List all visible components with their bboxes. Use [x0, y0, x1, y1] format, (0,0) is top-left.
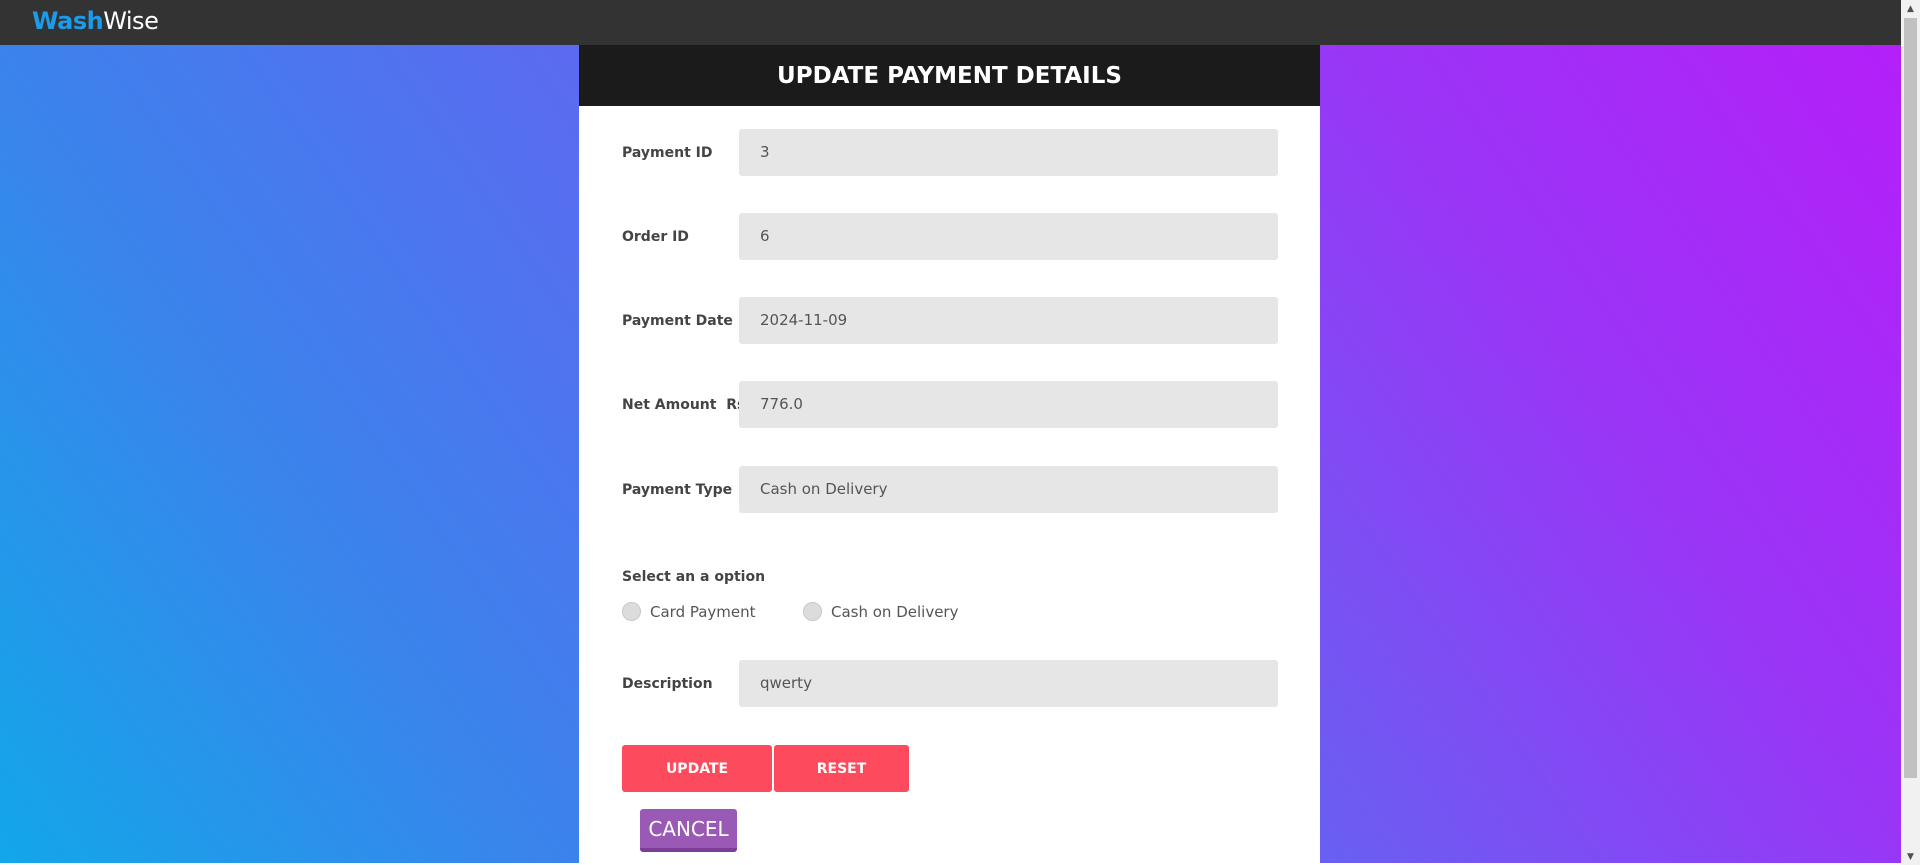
payment-type-label: Payment Type	[622, 482, 733, 498]
net-amount-label: Net Amount Rs.	[622, 397, 751, 413]
order-id-label: Order ID	[622, 229, 689, 245]
payment-date-label: Payment Date	[622, 313, 733, 329]
payment-id-label: Payment ID	[622, 145, 713, 161]
payment-type-input[interactable]: Cash on Delivery	[739, 466, 1278, 513]
payment-id-input[interactable]: 3	[739, 129, 1278, 176]
payment-option-title: Select an a option	[622, 569, 766, 585]
description-row: Description qwerty	[622, 660, 1278, 708]
radio-cash-on-delivery-label[interactable]: Cash on Delivery	[831, 603, 958, 621]
description-label: Description	[622, 676, 713, 692]
update-button[interactable]: UPDATE	[622, 745, 772, 792]
payment-date-row: Payment Date 2024-11-09	[622, 297, 1278, 345]
brand-part-wash: Wash	[32, 7, 104, 35]
payment-type-row: Payment Type Cash on Delivery	[622, 466, 1278, 514]
payment-id-row: Payment ID 3	[622, 129, 1278, 177]
radio-card-payment-label[interactable]: Card Payment	[650, 603, 756, 621]
order-id-input[interactable]: 6	[739, 213, 1278, 260]
form-header: UPDATE PAYMENT DETAILS	[579, 45, 1320, 106]
radio-button-circle[interactable]	[803, 602, 822, 621]
form-title: UPDATE PAYMENT DETAILS	[777, 62, 1122, 89]
brand-part-wise: Wise	[103, 7, 159, 35]
scroll-down-arrow-icon[interactable]: ▼	[1901, 848, 1920, 865]
brand-logo[interactable]: WashWise	[32, 7, 159, 35]
radio-cash-on-delivery[interactable]: Cash on Delivery	[803, 602, 958, 621]
navbar: WashWise	[0, 0, 1920, 45]
description-input[interactable]: qwerty	[739, 660, 1278, 707]
payment-form-card: UPDATE PAYMENT DETAILS Payment ID 3 Orde…	[579, 45, 1320, 865]
scrollbar-thumb[interactable]	[1904, 18, 1917, 778]
scroll-up-arrow-icon[interactable]: ▲	[1901, 0, 1920, 17]
payment-date-input[interactable]: 2024-11-09	[739, 297, 1278, 344]
radio-card-payment[interactable]: Card Payment	[622, 602, 756, 621]
radio-button-circle[interactable]	[622, 602, 641, 621]
net-amount-input[interactable]: 776.0	[739, 381, 1278, 428]
reset-button[interactable]: RESET	[774, 745, 909, 792]
vertical-scrollbar[interactable]: ▲ ▼	[1901, 0, 1920, 865]
net-amount-row: Net Amount Rs. 776.0	[622, 381, 1278, 429]
order-id-row: Order ID 6	[622, 213, 1278, 261]
cancel-button[interactable]: CANCEL	[640, 809, 737, 852]
